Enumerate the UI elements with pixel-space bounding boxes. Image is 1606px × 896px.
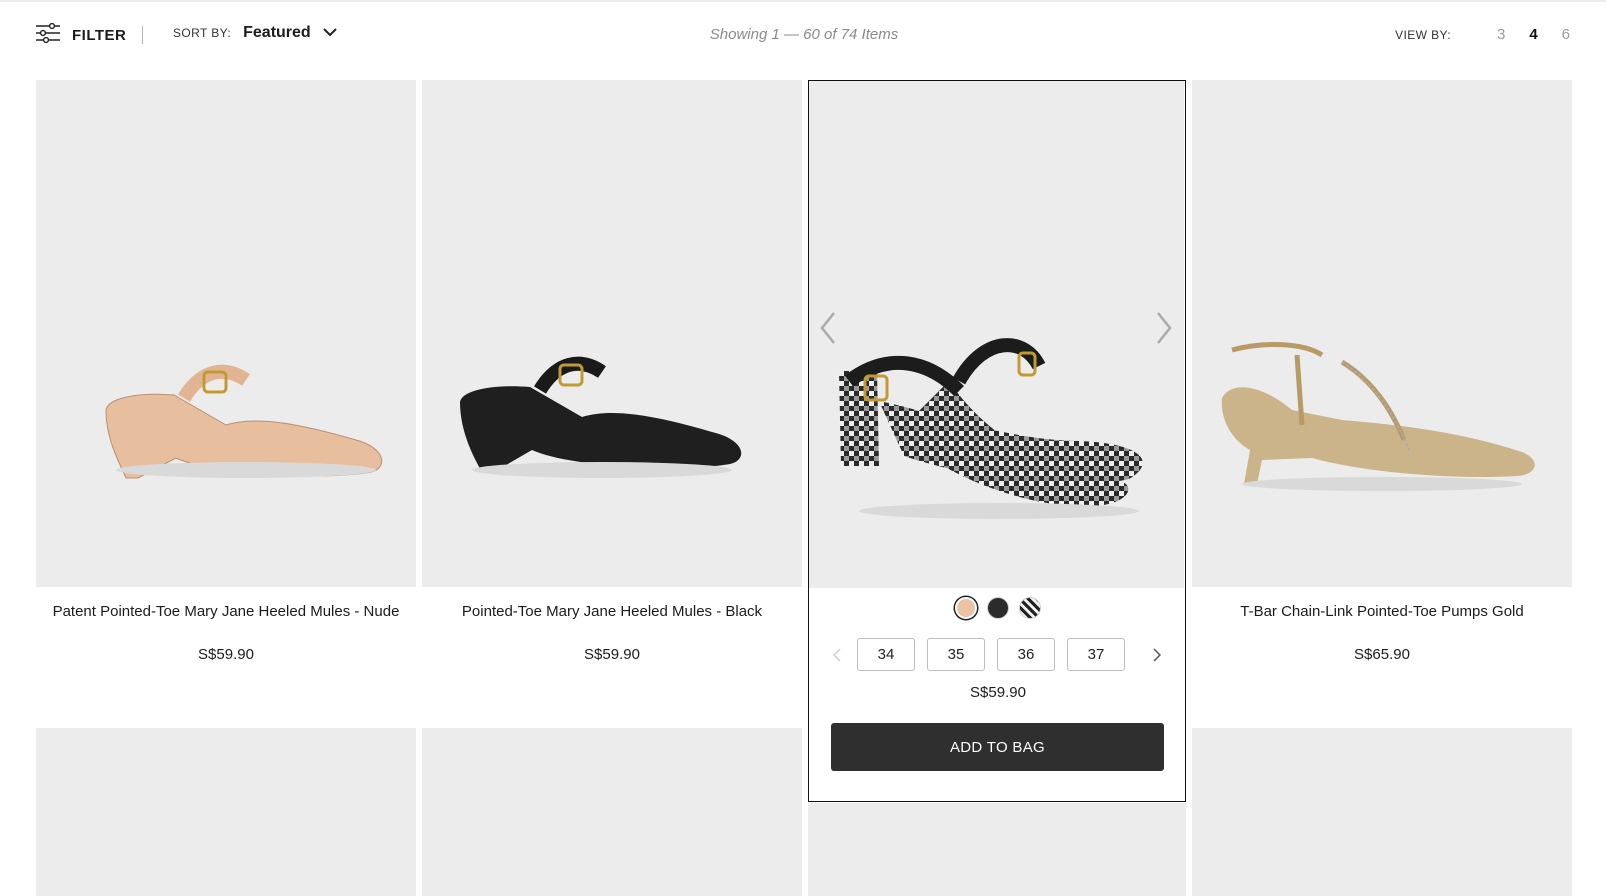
sort-label: SORT BY: — [173, 26, 232, 40]
filter-button[interactable]: FILTER — [36, 22, 126, 49]
shoe-illustration — [839, 338, 1143, 519]
viewby-label: VIEW BY: — [1395, 27, 1451, 42]
size-option-34[interactable]: 34 — [857, 638, 915, 671]
product-card[interactable]: Pointed-Toe Mary Jane Heeled Mules - Bla… — [422, 80, 802, 700]
sliders-icon — [36, 22, 60, 49]
product-name[interactable]: T-Bar Chain-Link Pointed-Toe Pumps Gold — [1192, 603, 1572, 620]
size-option-35[interactable]: 35 — [927, 638, 985, 671]
product-card-hovered[interactable]: 34 35 36 37 S$59.90 ADD TO BAG — [808, 80, 1186, 802]
product-price: S$59.90 — [970, 684, 1026, 701]
product-card[interactable]: T-Bar Chain-Link Pointed-Toe Pumps Gold … — [1192, 80, 1572, 700]
view-option-4[interactable]: 4 — [1529, 26, 1537, 43]
add-to-bag-button[interactable]: ADD TO BAG — [831, 723, 1164, 771]
chevron-right-icon[interactable] — [1155, 311, 1173, 350]
sort-dropdown[interactable]: SORT BY: Featured — [173, 24, 337, 42]
product-name[interactable]: Pointed-Toe Mary Jane Heeled Mules - Bla… — [422, 603, 802, 620]
chevron-right-icon[interactable] — [1149, 647, 1165, 662]
toolbar-divider — [142, 26, 143, 44]
color-swatches — [809, 597, 1187, 619]
view-option-3[interactable]: 3 — [1497, 26, 1505, 43]
product-image-placeholder[interactable] — [36, 728, 416, 896]
listing-toolbar: FILTER SORT BY: Featured Showing 1 — 60 … — [0, 2, 1606, 66]
product-image[interactable] — [36, 80, 416, 587]
product-image[interactable] — [1192, 80, 1572, 587]
chevron-left-icon[interactable] — [829, 647, 845, 662]
filter-label: FILTER — [72, 27, 127, 44]
view-option-6[interactable]: 6 — [1562, 26, 1570, 43]
view-by: VIEW BY: 3 4 6 — [1395, 26, 1570, 43]
shoe-illustration — [460, 356, 742, 478]
product-image[interactable] — [422, 80, 802, 587]
chevron-left-icon[interactable] — [819, 311, 837, 350]
product-image-placeholder[interactable] — [1192, 728, 1572, 896]
size-option-36[interactable]: 36 — [997, 638, 1055, 671]
product-image[interactable] — [809, 81, 1184, 588]
shoe-illustration — [1221, 342, 1535, 491]
chevron-down-icon — [322, 24, 337, 42]
shoe-illustration — [105, 364, 383, 479]
size-option-37[interactable]: 37 — [1067, 638, 1125, 671]
product-price: S$59.90 — [198, 646, 254, 663]
product-price: S$59.90 — [584, 646, 640, 663]
product-image-placeholder[interactable] — [422, 728, 802, 896]
results-count: Showing 1 — 60 of 74 Items — [709, 26, 899, 43]
product-image-placeholder[interactable] — [808, 803, 1186, 896]
swatch-tweed[interactable] — [1019, 597, 1041, 619]
swatch-nude[interactable] — [955, 597, 977, 619]
product-name[interactable]: Patent Pointed-Toe Mary Jane Heeled Mule… — [36, 603, 416, 620]
sort-value: Featured — [243, 24, 311, 41]
product-price: S$65.90 — [1354, 646, 1410, 663]
size-selector: 34 35 36 37 — [829, 638, 1169, 671]
product-card[interactable]: Patent Pointed-Toe Mary Jane Heeled Mule… — [36, 80, 416, 700]
swatch-black[interactable] — [987, 597, 1009, 619]
